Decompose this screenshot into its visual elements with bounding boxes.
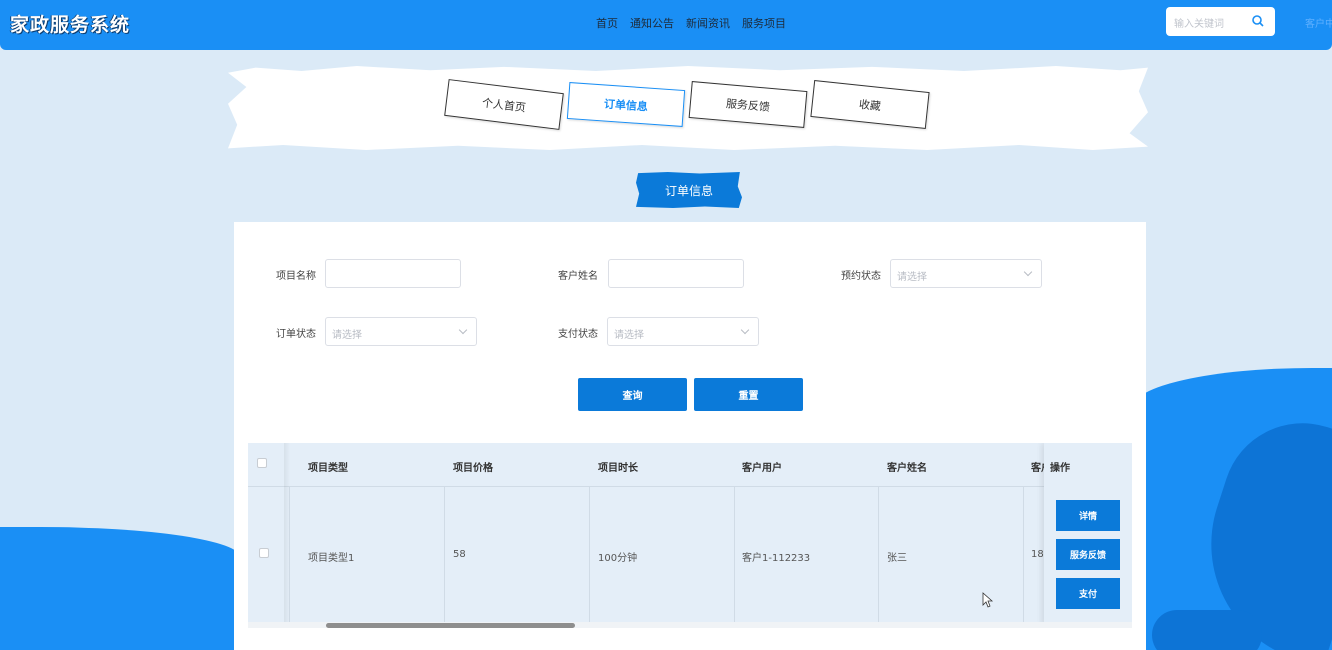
order-panel: 项目名称 客户姓名 预约状态 请选择 订单状态 请选择 支付状态 请选择 查询 …: [234, 222, 1146, 650]
cell-customer-name: 张三: [887, 553, 907, 564]
cell-customer-user: 客户1-112233: [742, 553, 811, 564]
project-name-input[interactable]: [325, 259, 461, 288]
pay-status-placeholder: 请选择: [614, 330, 644, 341]
booking-status-select[interactable]: 请选择: [890, 259, 1042, 288]
tab-label: 个人首页: [481, 95, 527, 115]
main-nav: 首页 通知公告 新闻资讯 服务项目: [596, 15, 786, 31]
cell-project-price: 58: [453, 549, 466, 560]
order-status-placeholder: 请选择: [332, 330, 362, 341]
nav-services[interactable]: 服务项目: [742, 15, 786, 31]
column-divider: [444, 487, 445, 623]
user-center-link[interactable]: 客户中: [1305, 15, 1332, 30]
order-status-select[interactable]: 请选择: [325, 317, 477, 346]
tab-label: 订单信息: [603, 96, 649, 114]
customer-name-label: 客户姓名: [558, 271, 598, 282]
order-status-label: 订单状态: [276, 329, 316, 340]
booking-status-label: 预约状态: [841, 271, 881, 282]
decorative-wave-left: [0, 527, 240, 650]
site-title: 家政服务系统: [10, 14, 131, 36]
mouse-cursor-icon: [982, 592, 994, 608]
nav-home[interactable]: 首页: [596, 15, 618, 31]
tab-label: 收藏: [858, 97, 882, 113]
col-actions: 操作: [1050, 463, 1070, 474]
scrollbar-thumb[interactable]: [326, 623, 575, 628]
tab-label: 服务反馈: [725, 96, 771, 114]
section-title: 订单信息: [636, 172, 742, 208]
column-divider: [878, 487, 879, 623]
nav-news[interactable]: 新闻资讯: [686, 15, 730, 31]
chevron-down-icon: [458, 325, 468, 335]
select-all-checkbox[interactable]: [257, 458, 267, 468]
actions-column: 操作 详情 服务反馈 支付: [1044, 443, 1132, 625]
top-navigation-bar: 家政服务系统 首页 通知公告 新闻资讯 服务项目 输入关键词 客户中: [0, 0, 1332, 50]
col-customer-user: 客户用户: [742, 463, 782, 474]
col-project-duration: 项目时长: [598, 463, 638, 474]
cell-project-duration: 100分钟: [598, 553, 638, 564]
cell-project-type: 项目类型1: [308, 553, 355, 564]
decorative-blob-bottom: [1152, 610, 1262, 650]
column-divider: [1023, 487, 1024, 623]
column-divider: [589, 487, 590, 623]
feedback-button[interactable]: 服务反馈: [1056, 539, 1120, 570]
customer-name-input[interactable]: [608, 259, 744, 288]
pay-status-select[interactable]: 请选择: [607, 317, 759, 346]
chevron-down-icon: [740, 325, 750, 335]
col-project-type: 项目类型: [308, 463, 348, 474]
row-checkbox[interactable]: [259, 548, 269, 558]
fixed-column-shadow: [284, 443, 290, 625]
search-icon[interactable]: [1251, 14, 1265, 28]
booking-status-placeholder: 请选择: [897, 272, 927, 283]
project-name-label: 项目名称: [276, 271, 316, 282]
pay-button[interactable]: 支付: [1056, 578, 1120, 609]
pay-status-label: 支付状态: [558, 329, 598, 340]
col-customer-name: 客户姓名: [887, 463, 927, 474]
search-input[interactable]: 输入关键词: [1166, 7, 1275, 36]
order-table: 项目类型 项目价格 项目时长 客户用户 客户姓名 客户 项目类型1 58 100…: [248, 443, 1132, 625]
table-header: [248, 443, 1132, 487]
column-divider: [734, 487, 735, 623]
query-button[interactable]: 查询: [578, 378, 687, 411]
col-project-price: 项目价格: [453, 463, 493, 474]
search-placeholder: 输入关键词: [1174, 19, 1224, 30]
tab-banner: [228, 66, 1148, 150]
detail-button[interactable]: 详情: [1056, 500, 1120, 531]
chevron-down-icon: [1023, 267, 1033, 277]
nav-announcements[interactable]: 通知公告: [630, 15, 674, 31]
cell-partial: 18: [1031, 549, 1044, 560]
reset-button[interactable]: 重置: [694, 378, 803, 411]
